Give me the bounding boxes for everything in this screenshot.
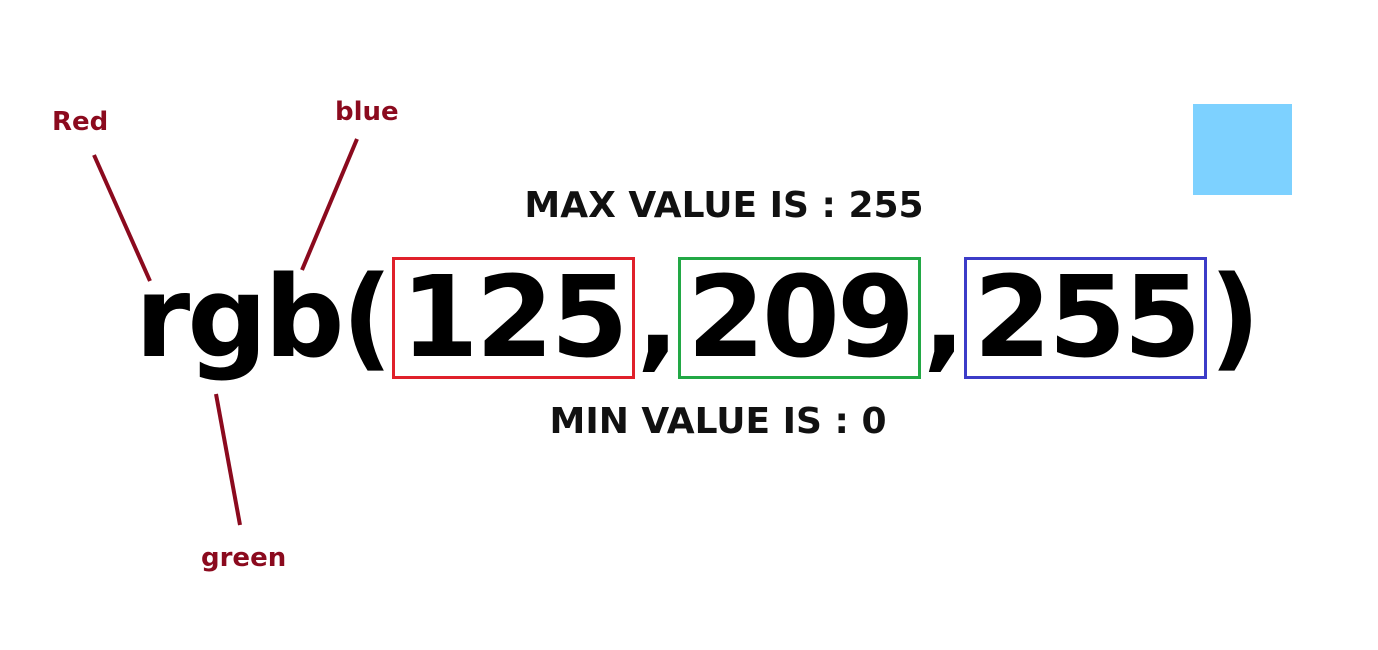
rgb-diagram: Red blue green MAX VALUE IS : 255 MIN VA… <box>0 0 1378 650</box>
green-value-box: 209 <box>678 257 921 379</box>
max-value-caption: MAX VALUE IS : 255 <box>524 185 924 226</box>
function-name: rgb <box>135 253 345 383</box>
red-label: Red <box>52 107 109 137</box>
min-value-caption: MIN VALUE IS : 0 <box>549 401 887 442</box>
blue-value-box: 255 <box>964 257 1208 379</box>
color-swatch <box>1193 104 1292 195</box>
green-pointer-line <box>214 393 242 526</box>
blue-label: blue <box>335 97 399 127</box>
open-paren: ( <box>341 253 393 383</box>
green-label: green <box>201 543 287 573</box>
comma-separator: , <box>636 253 680 383</box>
close-paren: ) <box>1209 253 1260 383</box>
comma-separator: , <box>922 253 966 383</box>
red-value-box: 125 <box>391 257 635 379</box>
rgb-expression: rgb ( 125 , 209 , 255 ) <box>135 243 1260 393</box>
